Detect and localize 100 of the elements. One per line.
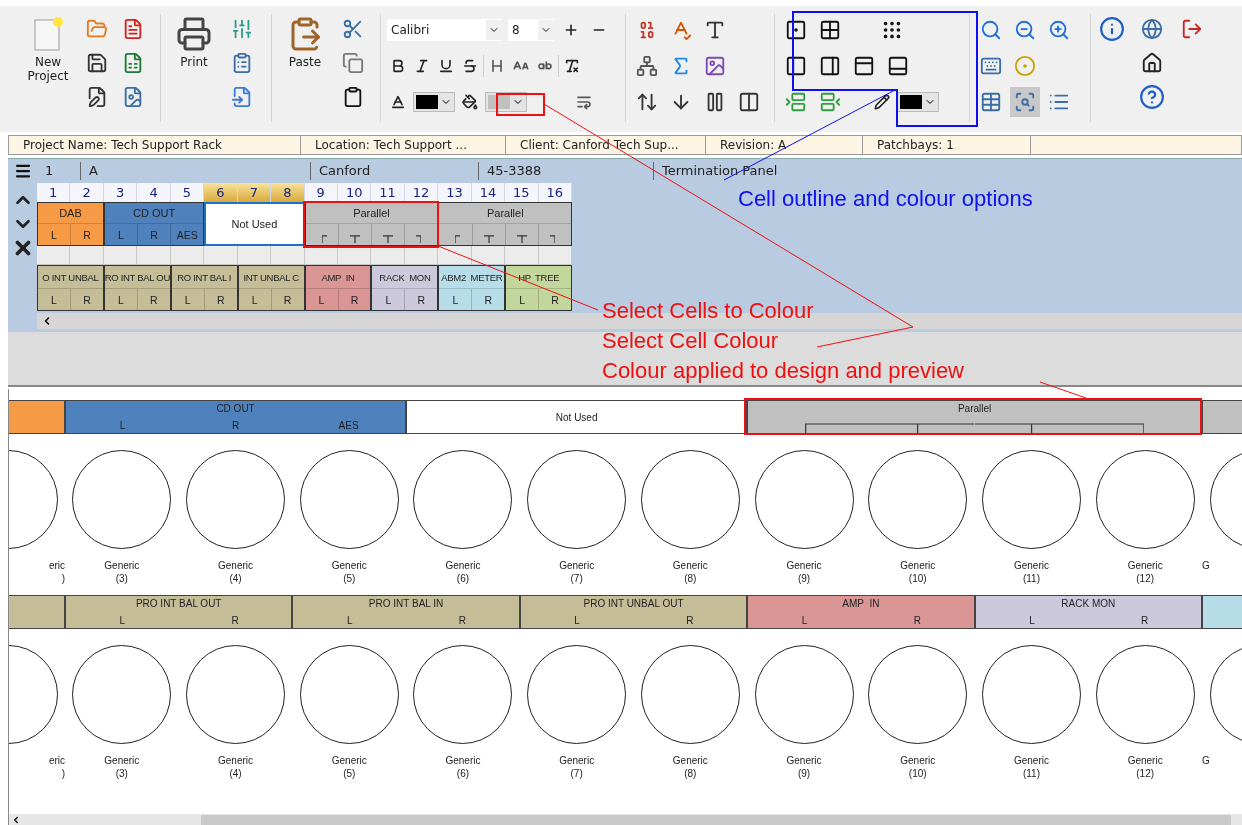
port-label: R <box>83 293 91 306</box>
port-label: R <box>350 293 359 306</box>
socket-name: Generic <box>445 560 481 571</box>
socket-name: Generic <box>331 560 367 571</box>
font-color-dropdown[interactable] <box>413 92 455 112</box>
bracket-mark <box>455 235 461 243</box>
column-header[interactable]: 15 <box>505 183 539 202</box>
socket-number: ) <box>61 573 65 584</box>
socket-number: (6) <box>456 573 470 584</box>
socket-number: (3) <box>115 573 128 584</box>
patch-cell[interactable]: Parallel <box>304 202 439 246</box>
column-header[interactable]: 13 <box>438 183 472 202</box>
info-icon[interactable] <box>1097 14 1127 44</box>
column-header[interactable]: 3 <box>103 183 138 202</box>
patch-cell[interactable]: O INT UNBAL L R <box>37 265 104 311</box>
socket-name: Generic <box>331 755 367 766</box>
socket-name: Generic <box>218 755 254 766</box>
patch-cell[interactable]: RO INT BAL I L R <box>170 265 238 311</box>
project-info: Revision: A <box>720 138 787 152</box>
socket-name: Generic <box>786 560 822 571</box>
scroll-left-icon[interactable] <box>11 815 21 825</box>
cell-label: DAB <box>59 207 82 219</box>
cell-label: ABM2 METER <box>441 271 503 283</box>
socket-number: (4) <box>229 768 242 779</box>
cell-label: O INT UNBAL <box>42 271 99 283</box>
patch-cell[interactable]: RO INT BAL OU L R <box>103 265 171 311</box>
patch-cell[interactable]: HP TREE L R <box>505 265 573 311</box>
port-label: L <box>251 293 258 306</box>
socket-name: Generic <box>559 560 595 571</box>
socket-number: (7) <box>570 768 583 779</box>
column-header[interactable]: 5 <box>170 183 205 202</box>
cell-label: INT UNBAL C <box>243 271 299 283</box>
port-label: L <box>385 293 392 306</box>
column-header[interactable]: 2 <box>70 183 104 202</box>
patch-cell[interactable]: CD OUT L R AES <box>103 202 205 246</box>
paste-button[interactable]: Paste <box>278 14 332 112</box>
patch-cell[interactable]: AMP IN L R <box>304 265 372 311</box>
socket-name: G <box>1202 755 1210 766</box>
port-label: L <box>117 293 124 306</box>
menu-icon[interactable] <box>13 162 32 180</box>
panel-field: 45-3388 <box>487 163 542 178</box>
socket-name: Generic <box>900 755 936 766</box>
column-header[interactable]: 14 <box>471 183 506 202</box>
patch-cell[interactable]: INT UNBAL C L R <box>237 265 305 311</box>
port-label: R <box>83 228 91 241</box>
preview-label: Not Used <box>555 411 598 423</box>
column-header[interactable]: 1 <box>37 183 71 202</box>
port-label: L <box>519 293 526 306</box>
panel-field: Canford <box>319 163 371 178</box>
annotation-text: Select Cells to Colour <box>602 298 814 324</box>
project-info: Patchbays: 1 <box>877 138 954 152</box>
help-icon[interactable] <box>1137 82 1167 112</box>
new-document-icon <box>33 16 63 52</box>
preview-label: CD OUT <box>216 403 255 414</box>
new-project-button[interactable]: New Project <box>20 14 76 112</box>
patch-cell[interactable]: ABM2 METER L R <box>438 265 506 311</box>
annotation-outline <box>496 93 545 116</box>
panel-field: 1 <box>45 163 54 178</box>
border-color-dropdown[interactable] <box>897 92 939 112</box>
column-header[interactable]: 16 <box>538 183 572 202</box>
column-header[interactable]: 8 <box>271 183 305 202</box>
bracket-mark <box>383 235 394 243</box>
patch-cell[interactable]: RACK MON L R <box>371 265 439 311</box>
patch-cell[interactable]: Not Used <box>204 202 305 246</box>
socket-name: eric <box>48 560 65 571</box>
column-header[interactable]: 6 <box>204 183 238 202</box>
cell-label: Parallel <box>486 207 524 219</box>
socket-name: Generic <box>1127 755 1163 766</box>
port-label: L <box>801 615 808 628</box>
column-header[interactable]: 4 <box>137 183 171 202</box>
socket-number: (6) <box>456 768 470 779</box>
print-button[interactable]: Print <box>167 14 221 112</box>
horizontal-scrollbar[interactable] <box>9 814 1242 825</box>
socket-name: Generic <box>1127 560 1163 571</box>
port-label: R <box>458 615 467 628</box>
port-label: R <box>216 293 225 306</box>
port-label: R <box>551 293 559 306</box>
socket-number: (8) <box>684 573 697 584</box>
socket-number: (10) <box>908 573 927 584</box>
socket-name: Generic <box>672 755 708 766</box>
socket-number: (5) <box>343 573 356 584</box>
socket-name: Generic <box>786 755 822 766</box>
socket-name: Generic <box>445 755 481 766</box>
port-label: AES <box>338 420 359 433</box>
annotation-text: Select Cell Colour <box>602 328 779 354</box>
port-label: R <box>231 615 239 628</box>
panel-field: A <box>89 163 98 178</box>
port-label: L <box>1029 615 1035 628</box>
cell-label: AMP IN <box>321 271 355 283</box>
patch-cell[interactable]: DAB L R <box>37 202 104 246</box>
cell-label: RO INT BAL OU <box>104 271 170 283</box>
port-label: L <box>452 293 459 306</box>
port-label: L <box>51 293 57 306</box>
patch-cell[interactable]: Parallel <box>438 202 573 246</box>
annotation-line <box>1039 381 1087 399</box>
cell-label: Not Used <box>231 218 278 230</box>
socket-name: Generic <box>1013 755 1049 766</box>
font-size-select[interactable]: 8 <box>508 19 554 41</box>
column-header[interactable]: 7 <box>237 183 272 202</box>
font-select[interactable]: Calibri <box>387 19 502 41</box>
